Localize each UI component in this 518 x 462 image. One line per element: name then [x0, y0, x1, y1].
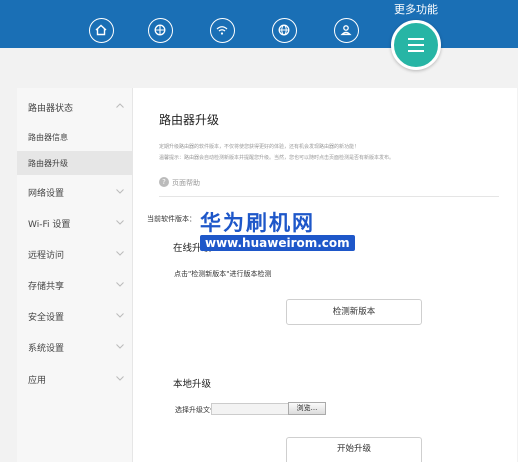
upgrade-description: 定期升级路由器的软件版本，不仅将使您获得更好的体验，还有机会发现路由器的新功能！ — [159, 144, 360, 150]
sidebar-item-label: 存储共享 — [28, 282, 65, 292]
watermark-text: 华为刷机网 — [200, 211, 315, 235]
check-new-version-button[interactable]: 检测新版本 — [286, 299, 422, 325]
sidebar-item-storage-sharing[interactable]: 存储共享 — [17, 270, 133, 300]
page-title: 路由器升级 — [159, 113, 220, 127]
sidebar-item-router-upgrade[interactable]: 路由器升级 — [17, 151, 133, 175]
watermark-url: www.huaweirom.com — [200, 235, 355, 251]
home-button[interactable] — [89, 18, 114, 43]
chevron-down-icon — [116, 251, 124, 256]
sidebar-item-network-settings[interactable]: 网络设置 — [17, 177, 133, 207]
user-button[interactable] — [334, 18, 359, 43]
sidebar-item-system-settings[interactable]: 系统设置 — [17, 332, 133, 362]
chevron-down-icon — [116, 313, 124, 318]
sidebar-item-label: 安全设置 — [28, 313, 65, 323]
settings-panel: 路由器状态 路由器信息 路由器升级 网络设置 Wi-Fi 设置 远程访问 存储共… — [17, 88, 517, 462]
sidebar-item-label: 路由器状态 — [28, 104, 74, 114]
wifi-button[interactable] — [210, 18, 235, 43]
browse-button[interactable]: 浏览... — [288, 402, 326, 415]
sidebar-item-applications[interactable]: 应用 — [17, 364, 133, 394]
sidebar-item-label: 网络设置 — [28, 189, 65, 199]
sidebar-item-label: 路由器升级 — [28, 159, 68, 168]
online-upgrade-hint: 点击"检测新版本"进行版本检测 — [174, 270, 272, 278]
network-button[interactable] — [272, 18, 297, 43]
sidebar-item-label: 系统设置 — [28, 344, 65, 354]
sidebar-item-remote-access[interactable]: 远程访问 — [17, 239, 133, 269]
user-icon — [340, 25, 352, 36]
sidebar: 路由器状态 路由器信息 路由器升级 网络设置 Wi-Fi 设置 远程访问 存储共… — [17, 88, 133, 462]
local-upgrade-title: 本地升级 — [173, 379, 212, 390]
chevron-down-icon — [116, 282, 124, 287]
start-upgrade-button[interactable]: 开始升级 — [286, 437, 422, 462]
home-icon — [95, 24, 107, 36]
chevron-down-icon — [116, 344, 124, 349]
sidebar-item-label: Wi-Fi 设置 — [28, 220, 71, 230]
divider — [159, 196, 499, 197]
network-icon — [278, 24, 290, 36]
sidebar-item-router-info[interactable]: 路由器信息 — [17, 125, 133, 149]
wifi-icon — [216, 26, 228, 35]
chevron-up-icon — [116, 103, 124, 108]
sidebar-item-label: 路由器信息 — [28, 133, 68, 142]
sidebar-item-router-status[interactable]: 路由器状态 — [17, 92, 133, 122]
main-content: 路由器升级 定期升级路由器的软件版本，不仅将使您获得更好的体验，还有机会发现路由… — [133, 88, 517, 462]
more-functions-button[interactable] — [391, 20, 441, 70]
globe-icon — [154, 24, 166, 36]
sidebar-item-label: 应用 — [28, 376, 47, 386]
upgrade-tip: 温馨提示：路由器会自动检测新版本并提醒您升级。当然，您也可以随时点击页面检测是否… — [159, 155, 395, 161]
sidebar-item-label: 远程访问 — [28, 251, 65, 261]
chevron-down-icon — [116, 220, 124, 225]
chevron-down-icon — [116, 189, 124, 194]
more-functions-label: 更多功能 — [394, 3, 438, 16]
internet-button[interactable] — [148, 18, 173, 43]
page-help-link[interactable]: 页面帮助 — [172, 178, 200, 188]
upgrade-file-input[interactable] — [211, 403, 289, 415]
sidebar-item-wifi-settings[interactable]: Wi-Fi 设置 — [17, 208, 133, 238]
chevron-down-icon — [116, 376, 124, 381]
current-version-label: 当前软件版本： — [147, 215, 196, 223]
help-icon: ? — [159, 177, 169, 187]
sidebar-item-security-settings[interactable]: 安全设置 — [17, 301, 133, 331]
